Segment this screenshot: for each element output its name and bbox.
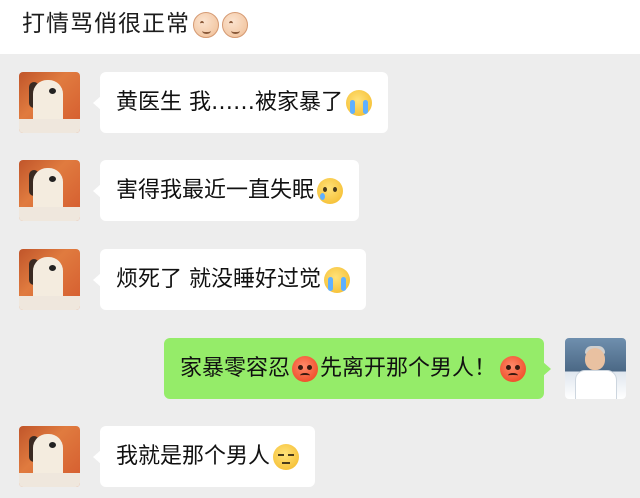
- caption-title-line: 打情骂俏很正常: [22, 6, 248, 42]
- message-text: 我就是那个男人: [116, 444, 271, 469]
- dog-nose: [49, 176, 56, 182]
- message-text: 害得我最近一直失眠: [116, 178, 315, 203]
- doctor-head: [585, 348, 605, 370]
- doctor-coat: [575, 370, 617, 399]
- avatar-floor: [19, 296, 80, 310]
- patient-avatar[interactable]: [19, 249, 80, 310]
- message-text: 烦死了 就没睡好过觉: [116, 267, 321, 292]
- patient-avatar[interactable]: [19, 160, 80, 221]
- patient-avatar[interactable]: [19, 426, 80, 487]
- loudly-crying-face-icon: [324, 267, 350, 293]
- unamused-face-icon: [273, 444, 300, 470]
- avatar-floor: [19, 119, 80, 133]
- angry-face-icon: [291, 356, 318, 382]
- loudly-crying-face-icon: [346, 90, 372, 116]
- message-bubble[interactable]: 烦死了 就没睡好过觉: [93, 249, 366, 310]
- message-bubble[interactable]: 害得我最近一直失眠: [92, 160, 360, 221]
- smirk-face-icon: [193, 11, 219, 38]
- patient-avatar[interactable]: [19, 72, 80, 133]
- avatar-floor: [19, 473, 80, 487]
- smirk-face-icon: [222, 11, 248, 38]
- dog-nose: [49, 88, 56, 94]
- message-text: 先离开那个男人！: [319, 356, 496, 381]
- message-bubble-sent[interactable]: 家暴零容忍 先离开那个男人！: [163, 338, 552, 399]
- message-text: 家暴零容忍: [179, 356, 290, 381]
- caption-header: 打情骂俏很正常: [0, 0, 640, 54]
- message-bubble[interactable]: 黄医生 我……被家暴了: [93, 72, 388, 133]
- angry-face-icon: [500, 356, 526, 382]
- dog-nose: [49, 265, 56, 271]
- avatar-floor: [19, 207, 80, 221]
- caption-title: 打情骂俏很正常: [22, 11, 190, 37]
- dog-nose: [49, 442, 56, 448]
- crying-face-icon: [317, 178, 344, 204]
- message-bubble[interactable]: 我就是那个男人: [92, 426, 316, 487]
- doctor-avatar[interactable]: [565, 338, 626, 399]
- message-text: 黄医生 我……被家暴了: [116, 90, 343, 115]
